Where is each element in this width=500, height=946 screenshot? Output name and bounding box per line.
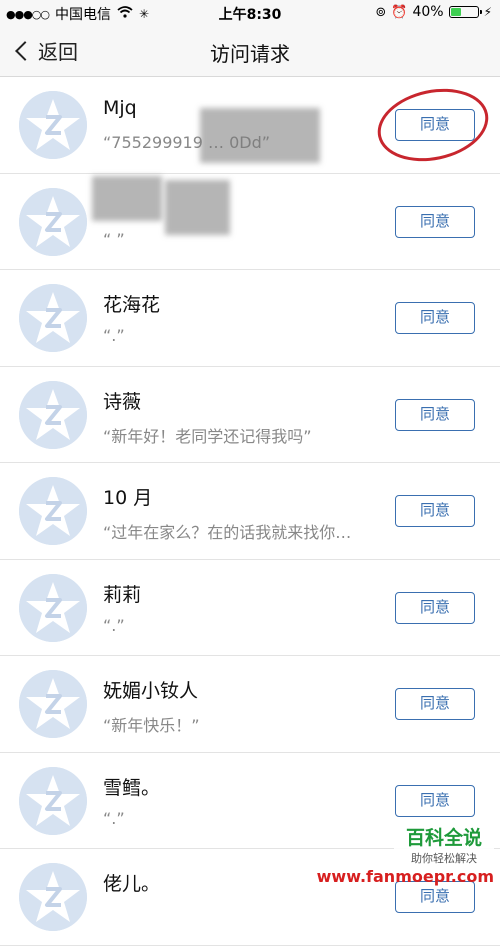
request-name: 花海花 xyxy=(103,294,161,316)
list-item[interactable]: 妩媚小钕人 “新年快乐！” 同意 xyxy=(0,656,500,753)
request-name: 妩媚小钕人 xyxy=(103,680,199,702)
request-list: Mjq “755299919 … 0Dd” 同意 “ ” 同意 花海花 “.” 同意 诗薇 “新年… xyxy=(0,77,500,946)
battery-icon xyxy=(448,6,482,18)
alarm-icon: ⏰ xyxy=(391,4,408,20)
avatar[interactable] xyxy=(19,573,87,642)
avatar[interactable] xyxy=(19,477,87,545)
redaction-mark xyxy=(165,180,230,235)
list-item[interactable]: 诗薇 “新年好！老同学还记得我吗” 同意 xyxy=(0,366,500,463)
agree-button[interactable]: 同意 xyxy=(395,398,475,431)
avatar[interactable] xyxy=(19,187,87,256)
watermark-subtitle: 助你轻松解决 xyxy=(411,852,477,865)
request-message: “过年在家么？在的话我就来找你… xyxy=(103,523,352,542)
request-message: “ ” xyxy=(103,229,125,249)
request-name: 雪鳕。 xyxy=(103,776,161,799)
request-name: 莉莉 xyxy=(103,583,142,606)
watermark-badge: 百科全说 助你轻松解决 xyxy=(394,823,494,866)
list-item[interactable]: 10 月 “过年在家么？在的话我就来找你… 同意 xyxy=(0,463,500,560)
avatar[interactable] xyxy=(19,766,87,835)
agree-button[interactable]: 同意 xyxy=(395,302,475,334)
page-title: 访问请求 xyxy=(210,42,290,66)
agree-button[interactable]: 同意 xyxy=(395,591,475,624)
agree-button[interactable]: 同意 xyxy=(395,495,475,527)
request-name: 诗薇 xyxy=(103,390,142,413)
agree-button[interactable]: 同意 xyxy=(395,688,475,720)
status-right: ⊚ ⏰ 40% ⚡ xyxy=(375,4,492,20)
list-item[interactable]: “ ” 同意 xyxy=(0,173,500,270)
watermark: 百科全说 助你轻松解决 www.fanmoepr.com xyxy=(317,823,494,886)
list-item[interactable]: 莉莉 “.” 同意 xyxy=(0,559,500,656)
avatar[interactable] xyxy=(19,380,87,449)
charging-icon: ⚡ xyxy=(483,5,492,19)
request-name: 佬儿。 xyxy=(103,873,161,895)
request-message: “新年快乐！” xyxy=(103,716,200,735)
request-message: “新年好！老同学还记得我吗” xyxy=(103,426,312,446)
agree-button[interactable]: 同意 xyxy=(395,784,475,817)
rotation-lock-icon: ⊚ xyxy=(375,4,387,20)
avatar[interactable] xyxy=(19,670,87,738)
status-bar: ●●●○○ 中国电信 ✳ 上午8:30 ⊚ ⏰ 40% ⚡ xyxy=(0,0,500,26)
avatar[interactable] xyxy=(19,863,87,931)
watermark-title: 百科全说 xyxy=(405,827,482,849)
agree-button[interactable]: 同意 xyxy=(395,205,475,238)
avatar[interactable] xyxy=(19,284,87,352)
redaction-mark xyxy=(92,176,162,221)
watermark-url: www.fanmoepr.com xyxy=(316,867,494,886)
request-message: “.” xyxy=(103,326,125,345)
nav-bar: 返回 访问请求 xyxy=(0,26,500,77)
request-message: “.” xyxy=(103,615,125,635)
battery-percent: 40% xyxy=(412,4,444,20)
request-message: “.” xyxy=(103,808,125,828)
list-item[interactable]: 花海花 “.” 同意 xyxy=(0,270,500,367)
request-name: Mjq xyxy=(103,97,137,119)
request-name: 10 月 xyxy=(103,487,153,509)
avatar[interactable] xyxy=(19,91,87,159)
redaction-mark xyxy=(200,108,320,163)
